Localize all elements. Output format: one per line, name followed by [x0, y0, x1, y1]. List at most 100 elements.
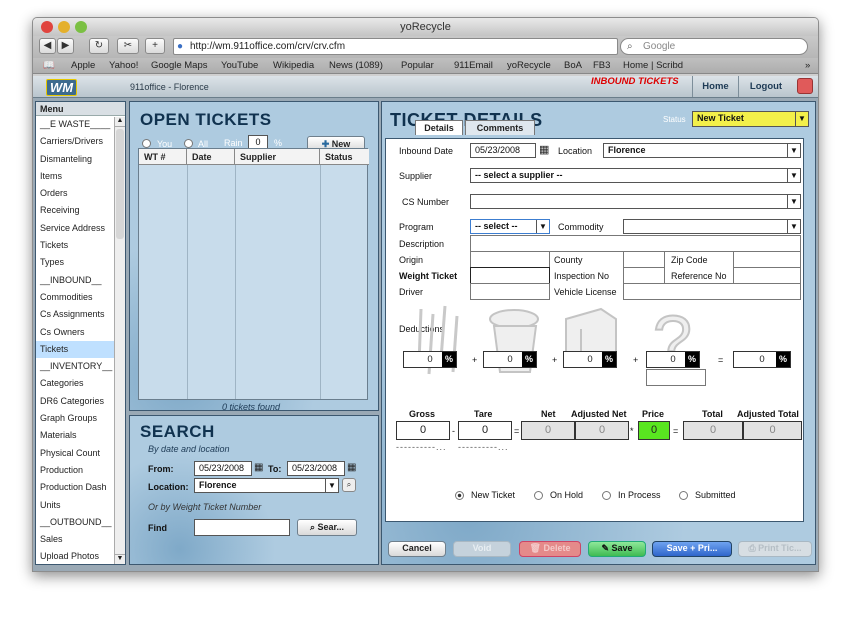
supplier-select[interactable]: -- select a supplier -- ▼ [470, 168, 801, 183]
reload-icon[interactable]: ↻ [89, 38, 109, 54]
search-button[interactable]: ⌕ Sear... [297, 519, 357, 536]
menu-item[interactable]: Types [36, 254, 115, 271]
menu-item[interactable]: Materials [36, 427, 115, 444]
bookmark-manager-icon[interactable]: ✂ [117, 38, 139, 54]
search-field[interactable]: ⌕ Google [620, 38, 808, 55]
calendar-icon[interactable]: ▦ [347, 462, 356, 473]
deduction-trash-input[interactable]: 0% [483, 351, 537, 368]
menu-item[interactable]: Sales [36, 531, 115, 548]
menu-item[interactable]: Items [36, 168, 115, 185]
reading-list-icon[interactable]: 📖 [43, 58, 55, 73]
delete-button[interactable]: 🗑 Delete [519, 541, 581, 557]
location-select[interactable]: Florence ▼ [603, 143, 801, 158]
void-button[interactable]: Void [453, 541, 511, 557]
bookmark-link[interactable]: Home | Scribd [623, 58, 683, 73]
zoom-window-icon[interactable] [75, 21, 87, 33]
bookmark-link[interactable]: FB3 [593, 58, 610, 73]
menu-item[interactable]: Production Dash [36, 479, 115, 496]
commodity-select[interactable]: ▼ [623, 219, 801, 234]
column-header[interactable]: Status [320, 149, 369, 165]
menu-item[interactable]: Categories [36, 375, 115, 392]
column-header[interactable]: Date [187, 149, 235, 165]
radio-in-process[interactable] [602, 491, 611, 500]
radio-new-ticket[interactable] [455, 491, 464, 500]
county-input[interactable] [623, 251, 665, 268]
program-select[interactable]: -- select -- ▼ [470, 219, 550, 234]
inbound-date-input[interactable]: 05/23/2008 [470, 143, 536, 158]
deduction-appliance-input[interactable]: 0% [563, 351, 617, 368]
all-radio[interactable] [184, 139, 193, 148]
bookmark-link[interactable]: 911Email [454, 58, 493, 73]
menu-item[interactable]: Cs Assignments [36, 306, 115, 323]
tab-comments[interactable]: Comments [465, 120, 535, 135]
status-select[interactable]: New Ticket ▼ [692, 111, 809, 127]
add-bookmark-icon[interactable]: + [145, 38, 165, 54]
menu-scrollbar[interactable]: ▲ ▼ [114, 117, 125, 564]
calendar-icon[interactable]: ▦ [539, 143, 549, 156]
menu-item[interactable]: Tickets [36, 237, 115, 254]
price-input[interactable]: 0 [638, 421, 670, 440]
from-date-input[interactable]: 05/23/2008 [194, 461, 252, 476]
menu-item[interactable]: Graph Groups [36, 410, 115, 427]
menu-item[interactable]: Service Address [36, 220, 115, 237]
menu-item[interactable]: Commodities [36, 289, 115, 306]
save-print-button[interactable]: Save + Pri... [652, 541, 732, 557]
minimize-window-icon[interactable] [58, 21, 70, 33]
bookmark-link[interactable]: Apple [71, 58, 95, 73]
menu-item[interactable]: __E WASTE____ [36, 116, 115, 133]
cs-number-select[interactable]: ▼ [470, 194, 801, 209]
menu-item[interactable]: Orders [36, 185, 115, 202]
menu-item[interactable]: Cs Owners [36, 324, 115, 341]
description-input[interactable] [470, 235, 801, 252]
deduction-other-input[interactable]: 0% [646, 351, 700, 368]
menu-item-selected[interactable]: Tickets [36, 340, 115, 359]
vehicle-license-input[interactable] [623, 283, 801, 300]
scrollbar-thumb[interactable] [116, 129, 124, 239]
menu-item[interactable]: Units [36, 497, 115, 514]
bookmark-link[interactable]: Wikipedia [273, 58, 314, 73]
save-button[interactable]: ✎ Save [588, 541, 646, 557]
bookmark-link[interactable]: Yahoo! [109, 58, 138, 73]
back-icon[interactable]: ◀ [39, 38, 56, 54]
deduction-other-description[interactable] [646, 369, 706, 386]
menu-item[interactable]: __INBOUND__ [36, 272, 115, 289]
scroll-up-icon[interactable]: ▲ [115, 117, 125, 127]
alert-icon[interactable] [797, 78, 813, 94]
location-select[interactable]: Florence ▼ [194, 478, 339, 493]
column-header[interactable]: WT # [139, 149, 187, 165]
tab-details[interactable]: Details [415, 120, 463, 135]
calendar-icon[interactable]: ▦ [254, 462, 263, 473]
menu-item[interactable]: Upload Photos [36, 548, 115, 564]
driver-input[interactable] [470, 283, 550, 300]
home-button[interactable]: Home [692, 76, 738, 97]
deduction-rain-input[interactable]: 0% [403, 351, 457, 368]
bookmark-link[interactable]: News (1089) [329, 58, 383, 73]
close-window-icon[interactable] [41, 21, 53, 33]
tare-input[interactable]: 0 [458, 421, 512, 440]
bookmark-link[interactable]: Google Maps [151, 58, 208, 73]
bookmark-link[interactable]: YouTube [221, 58, 258, 73]
cancel-button[interactable]: Cancel [388, 541, 446, 557]
reference-no-input[interactable] [733, 267, 801, 284]
to-date-input[interactable]: 05/23/2008 [287, 461, 345, 476]
find-input[interactable] [194, 519, 290, 536]
radio-submitted[interactable] [679, 491, 688, 500]
menu-item[interactable]: Dismanteling [36, 151, 115, 168]
forward-icon[interactable]: ▶ [57, 38, 74, 54]
logout-button[interactable]: Logout [738, 76, 793, 97]
menu-item[interactable]: DR6 Categories [36, 393, 115, 410]
more-bookmarks-icon[interactable]: » [805, 58, 810, 73]
bookmark-link[interactable]: BoA [564, 58, 582, 73]
gross-input[interactable]: 0 [396, 421, 450, 440]
zip-code-input[interactable] [733, 251, 801, 268]
column-header[interactable]: Supplier [235, 149, 320, 165]
scroll-down-icon[interactable]: ▼ [115, 554, 125, 564]
bookmark-link[interactable]: yoRecycle [507, 58, 551, 73]
menu-item[interactable]: Receiving [36, 202, 115, 219]
menu-item[interactable]: Production [36, 462, 115, 479]
radio-on-hold[interactable] [534, 491, 543, 500]
inspection-no-input[interactable] [623, 267, 665, 284]
menu-item[interactable]: Carriers/Drivers [36, 133, 115, 150]
menu-item[interactable]: Physical Count [36, 445, 115, 462]
menu-item[interactable]: __OUTBOUND__ [36, 514, 115, 531]
